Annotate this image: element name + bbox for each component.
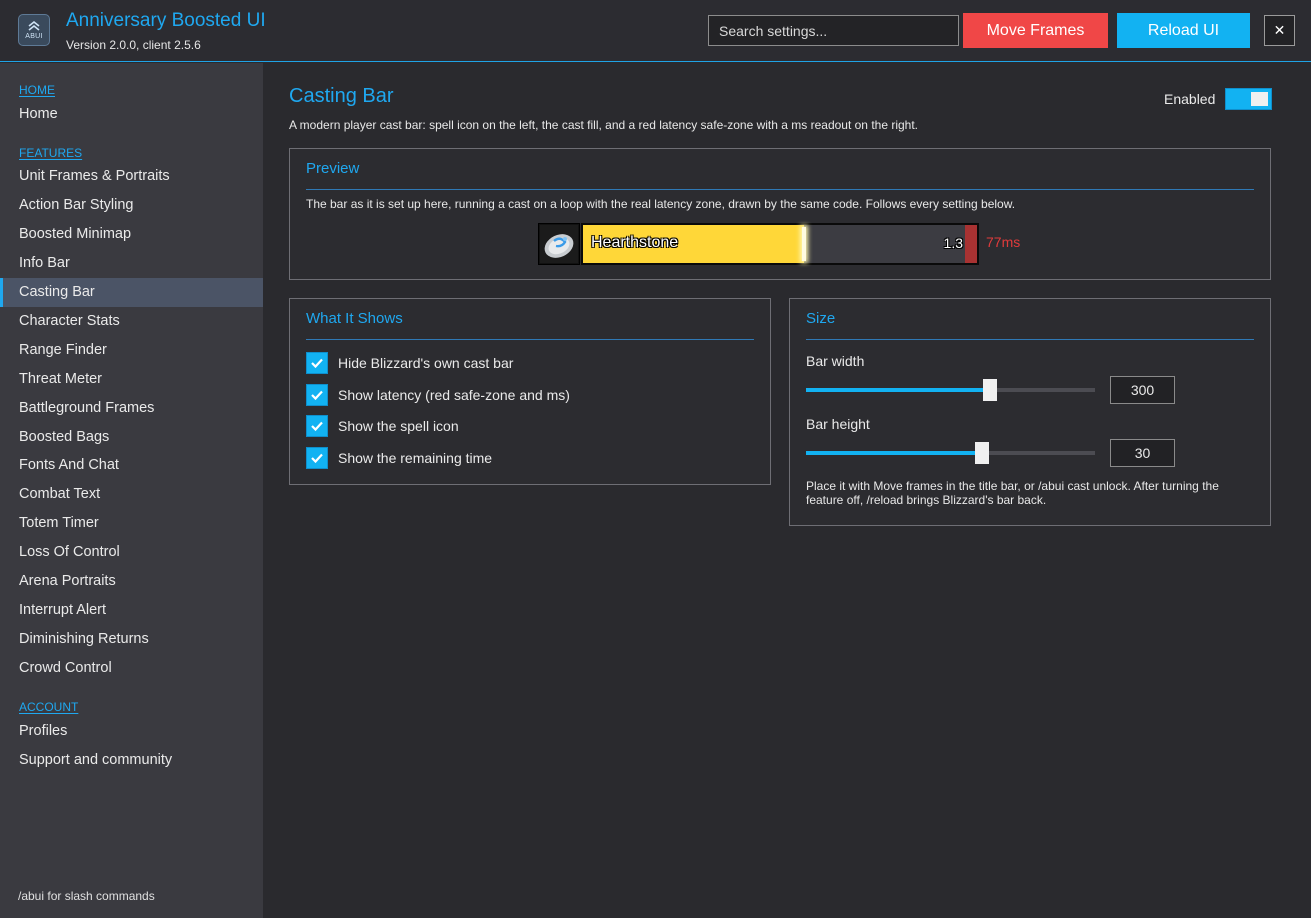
sidebar-item-action-bar-styling[interactable]: Action Bar Styling bbox=[0, 191, 263, 220]
bar-height-input[interactable]: 30 bbox=[1110, 439, 1175, 467]
checkbox[interactable] bbox=[306, 447, 328, 470]
sidebar-item-threat-meter[interactable]: Threat Meter bbox=[0, 364, 263, 393]
sidebar-item-unit-frames-portraits[interactable]: Unit Frames & Portraits bbox=[0, 162, 263, 191]
preview-title: Preview bbox=[306, 160, 360, 177]
sidebar-item-loss-of-control[interactable]: Loss Of Control bbox=[0, 538, 263, 567]
sidebar-item-combat-text[interactable]: Combat Text bbox=[0, 480, 263, 509]
sidebar-item-arena-portraits[interactable]: Arena Portraits bbox=[0, 567, 263, 596]
panel-divider bbox=[306, 339, 754, 340]
panel-divider bbox=[306, 189, 1254, 190]
slider-thumb[interactable] bbox=[982, 379, 997, 401]
size-title: Size bbox=[806, 310, 836, 327]
sidebar-section-account: ACCOUNT bbox=[19, 700, 79, 715]
what-it-shows-panel: What It Shows Hide Blizzard's own cast b… bbox=[289, 298, 771, 485]
slider-fill bbox=[806, 388, 990, 392]
page-description: A modern player cast bar: spell icon on … bbox=[289, 118, 919, 132]
checkbox[interactable] bbox=[306, 352, 328, 374]
sidebar-item-profiles[interactable]: Profiles bbox=[0, 716, 263, 745]
latency-safe-zone bbox=[965, 225, 977, 263]
bar-height-slider[interactable] bbox=[806, 442, 1095, 464]
spell-icon bbox=[538, 223, 580, 265]
search-input[interactable] bbox=[708, 15, 959, 46]
option-row[interactable]: Show the remaining time bbox=[306, 446, 492, 470]
sidebar-item-boosted-bags[interactable]: Boosted Bags bbox=[0, 422, 263, 451]
option-label: Show the spell icon bbox=[338, 418, 459, 435]
sidebar-footer: /abui for slash commands bbox=[18, 889, 155, 903]
reload-ui-button[interactable]: Reload UI bbox=[1117, 13, 1250, 48]
page-title: Casting Bar bbox=[289, 85, 394, 107]
slider-thumb[interactable] bbox=[975, 442, 990, 464]
enabled-label: Enabled bbox=[1164, 91, 1216, 107]
sidebar-item-casting-bar[interactable]: Casting Bar bbox=[0, 277, 263, 307]
checkmark-icon bbox=[311, 422, 323, 432]
enabled-toggle[interactable] bbox=[1225, 88, 1272, 110]
toggle-knob bbox=[1251, 92, 1268, 106]
panel-divider bbox=[806, 339, 1254, 340]
sidebar-item-home[interactable]: Home bbox=[0, 99, 263, 128]
option-label: Hide Blizzard's own cast bar bbox=[338, 355, 514, 371]
remaining-time: 1.3 bbox=[943, 235, 963, 251]
chevrons-up-icon bbox=[28, 20, 40, 31]
size-panel: Size Bar width 300 Bar height 30 Place i… bbox=[789, 298, 1271, 526]
logo-text: ABUI bbox=[25, 33, 43, 40]
sidebar-item-totem-timer[interactable]: Totem Timer bbox=[0, 509, 263, 538]
sidebar-item-info-bar[interactable]: Info Bar bbox=[0, 249, 263, 278]
checkmark-icon bbox=[311, 390, 323, 400]
bar-width-label: Bar width bbox=[806, 353, 865, 369]
sidebar-item-diminishing-returns[interactable]: Diminishing Returns bbox=[0, 624, 263, 653]
option-row[interactable]: Show latency (red safe-zone and ms) bbox=[306, 383, 570, 407]
spell-name: Hearthstone bbox=[591, 234, 679, 251]
sidebar-section-home: HOME bbox=[19, 83, 55, 97]
cast-bar: Hearthstone 1.3 bbox=[581, 223, 979, 265]
sidebar-section-features: FEATURES bbox=[19, 145, 83, 160]
option-row[interactable]: Hide Blizzard's own cast bar bbox=[306, 351, 513, 375]
sidebar-item-character-stats[interactable]: Character Stats bbox=[0, 306, 263, 335]
hearthstone-icon bbox=[540, 225, 578, 263]
checkbox[interactable] bbox=[306, 383, 328, 406]
sidebar: HOME Home FEATURES Unit Frames & Portraits A… bbox=[0, 63, 263, 918]
what-it-shows-title: What It Shows bbox=[306, 310, 403, 327]
bar-width-slider[interactable] bbox=[806, 379, 1095, 401]
sidebar-item-boosted-minimap[interactable]: Boosted Minimap bbox=[0, 220, 263, 249]
close-button[interactable]: ✕ bbox=[1264, 15, 1295, 46]
checkmark-icon bbox=[311, 453, 323, 464]
sidebar-item-interrupt-alert[interactable]: Interrupt Alert bbox=[0, 595, 263, 624]
app-title: Anniversary Boosted UI bbox=[66, 10, 266, 31]
preview-description: The bar as it is set up here, running a … bbox=[306, 197, 1016, 211]
slider-fill bbox=[806, 451, 983, 455]
preview-panel: Preview The bar as it is set up here, ru… bbox=[289, 148, 1271, 280]
checkmark-icon bbox=[311, 358, 323, 369]
size-note: Place it with Move frames in the title b… bbox=[806, 479, 1219, 507]
move-frames-button[interactable]: Move Frames bbox=[963, 13, 1108, 48]
sidebar-item-battleground-frames[interactable]: Battleground Frames bbox=[0, 393, 263, 422]
sidebar-item-range-finder[interactable]: Range Finder bbox=[0, 335, 263, 364]
sidebar-item-support-and-community[interactable]: Support and community bbox=[0, 745, 263, 774]
sidebar-item-fonts-and-chat[interactable]: Fonts And Chat bbox=[0, 451, 263, 480]
option-label: Show the remaining time bbox=[338, 450, 493, 467]
latency-readout: 77ms bbox=[986, 234, 1021, 250]
bar-width-input[interactable]: 300 bbox=[1110, 376, 1175, 404]
option-label: Show latency (red safe-zone and ms) bbox=[338, 386, 570, 403]
app-logo: ABUI bbox=[18, 14, 50, 46]
app-version: Version 2.0.0, client 2.5.6 bbox=[66, 38, 201, 52]
cast-spark bbox=[801, 227, 806, 261]
option-row[interactable]: Show the spell icon bbox=[306, 414, 459, 438]
checkbox[interactable] bbox=[306, 415, 328, 438]
close-icon: ✕ bbox=[1273, 22, 1286, 39]
sidebar-item-crowd-control[interactable]: Crowd Control bbox=[0, 653, 263, 682]
bar-height-label: Bar height bbox=[806, 416, 870, 432]
title-bar: ABUI Anniversary Boosted UI Version 2.0.… bbox=[0, 0, 1311, 62]
